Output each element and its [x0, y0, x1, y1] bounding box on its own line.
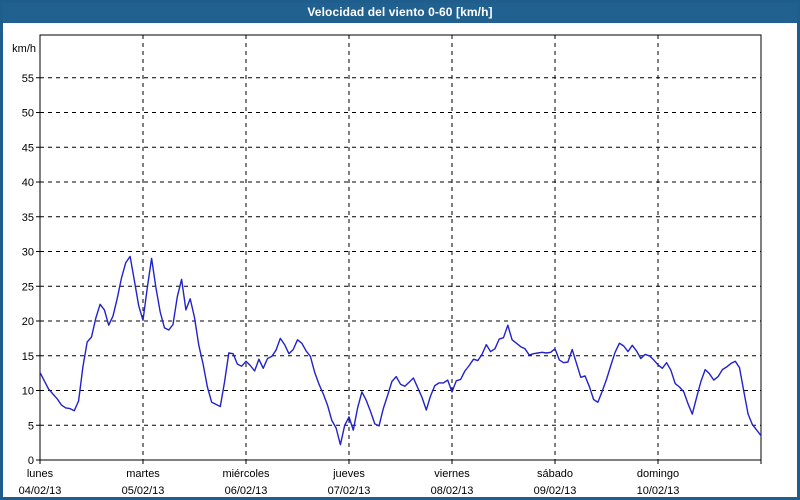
x-date-label: 05/02/13 — [122, 485, 165, 497]
y-tick-label: 10 — [22, 386, 34, 398]
x-day-label: martes — [126, 468, 160, 480]
chart-window: Velocidad del viento 0-60 [km/h] 0 5 10 15 2… — [0, 0, 800, 500]
y-tick-label: 25 — [22, 281, 34, 293]
x-day-label: sábado — [537, 468, 573, 480]
y-tick-label: 15 — [22, 351, 34, 363]
x-day-label: lunes — [27, 468, 54, 480]
x-date-label: 10/02/13 — [637, 485, 680, 497]
x-date-label: 06/02/13 — [225, 485, 268, 497]
x-date-label: 08/02/13 — [431, 485, 474, 497]
y-axis-unit-label: km/h — [12, 43, 36, 55]
window-title: Velocidad del viento 0-60 [km/h] — [307, 5, 492, 19]
wind-speed-chart: 0 5 10 15 20 25 30 35 40 45 50 55 km/h lunes 04/02/13 m… — [3, 23, 797, 497]
y-tick-label: 0 — [28, 455, 34, 467]
y-tick-label: 5 — [28, 420, 34, 432]
x-day-label: jueves — [332, 468, 365, 480]
chart-area: 0 5 10 15 20 25 30 35 40 45 50 55 km/h lunes 04/02/13 m… — [3, 23, 797, 497]
y-tick-label: 50 — [22, 108, 34, 120]
x-date-label: 09/02/13 — [534, 485, 577, 497]
y-tick-label: 35 — [22, 212, 34, 224]
x-date-label: 07/02/13 — [328, 485, 371, 497]
x-date-label: 04/02/13 — [19, 485, 62, 497]
window-titlebar: Velocidad del viento 0-60 [km/h] — [0, 0, 800, 23]
y-tick-label: 40 — [22, 177, 34, 189]
plot-border — [40, 35, 761, 460]
y-tick-label: 55 — [22, 73, 34, 85]
x-day-label: miércoles — [222, 468, 270, 480]
x-day-label: viernes — [434, 468, 470, 480]
y-tick-label: 30 — [22, 247, 34, 259]
y-tick-label: 20 — [22, 316, 34, 328]
y-tick-label: 45 — [22, 142, 34, 154]
x-day-label: domingo — [637, 468, 679, 480]
